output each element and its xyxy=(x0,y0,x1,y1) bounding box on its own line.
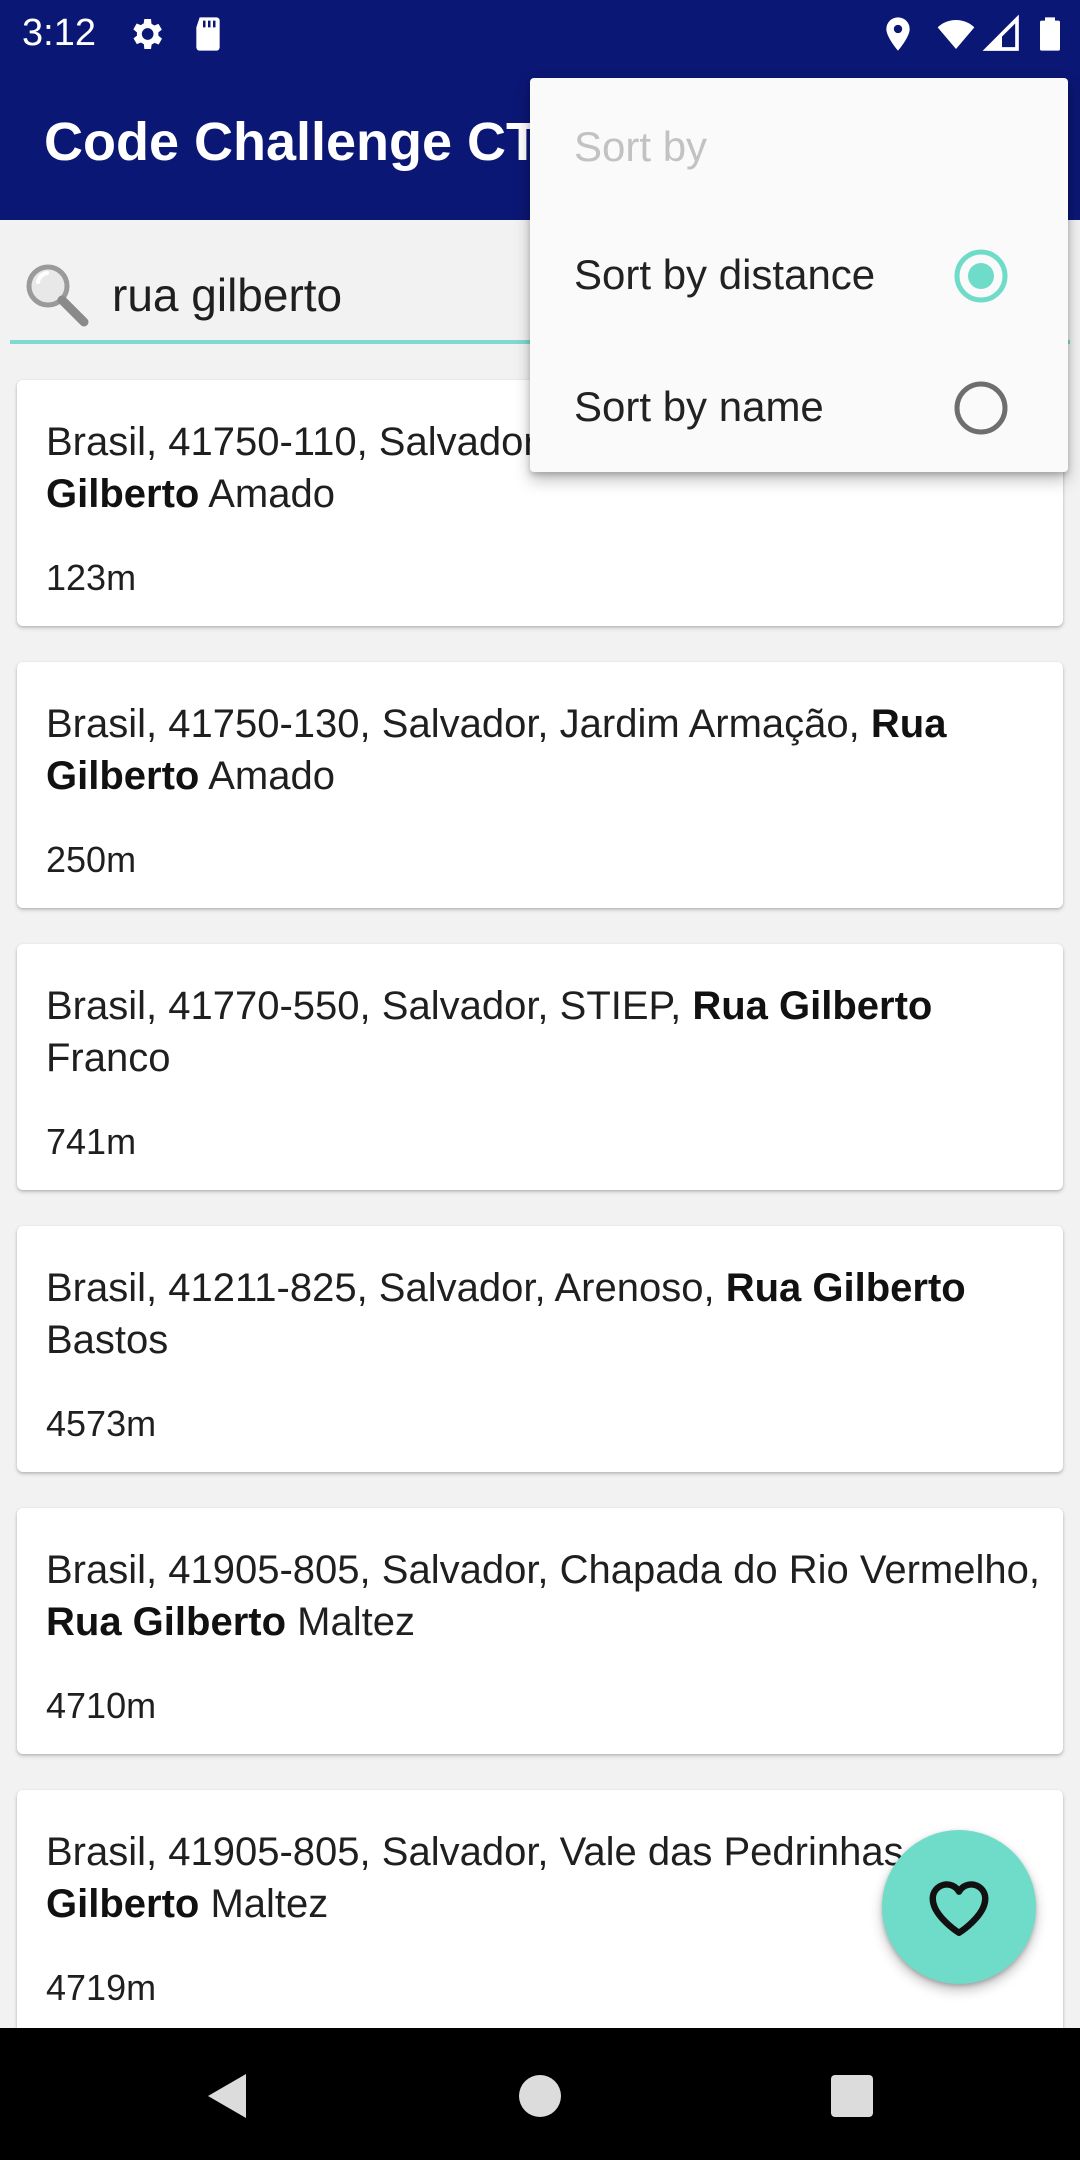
list-item[interactable]: Brasil, 41770-550, Salvador, STIEP, Rua … xyxy=(17,944,1063,1190)
home-icon[interactable] xyxy=(510,2066,570,2126)
heart-icon xyxy=(929,1881,989,1936)
list-item-distance: 4573m xyxy=(46,1403,157,1444)
status-time: 3:12 xyxy=(22,12,96,54)
sort-by-name-option[interactable]: Sort by name xyxy=(530,342,1068,474)
search-icon xyxy=(26,264,89,327)
sort-option-label: Sort by distance xyxy=(574,251,876,298)
list-item-address: Brasil, 41211-825, Salvador, Arenoso, Ru… xyxy=(46,1266,966,1362)
list-item-distance: 250m xyxy=(46,839,137,880)
sort-by-distance-option[interactable]: Sort by distance xyxy=(530,210,1068,342)
location-icon xyxy=(886,17,910,51)
list-item[interactable]: Brasil, 41905-805, Salvador, Chapada do … xyxy=(17,1508,1063,1754)
radio-selected-icon[interactable] xyxy=(953,248,1009,304)
status-bar: 3:12 xyxy=(0,0,1080,66)
app-title: Code Challenge CTW xyxy=(44,112,591,172)
wifi-icon xyxy=(937,20,975,49)
list-item-distance: 4710m xyxy=(46,1685,157,1726)
sort-menu-header: Sort by xyxy=(574,123,708,170)
list-item-distance: 4719m xyxy=(46,1967,157,2008)
list-item[interactable]: Brasil, 41750-130, Salvador, Jardim Arma… xyxy=(17,662,1063,908)
sd-card-icon xyxy=(196,17,220,51)
list-item-distance: 741m xyxy=(46,1121,137,1162)
favorites-fab[interactable] xyxy=(882,1830,1036,1984)
list-item-distance: 123m xyxy=(46,557,137,598)
list-item-address: Brasil, 41905-805, Salvador, Chapada do … xyxy=(46,1548,1040,1644)
signal-icon xyxy=(982,14,1019,51)
gear-icon xyxy=(133,19,162,49)
sort-option-label: Sort by name xyxy=(574,383,824,430)
back-icon[interactable] xyxy=(196,2066,256,2126)
recents-icon[interactable] xyxy=(822,2066,882,2126)
navigation-bar xyxy=(0,2028,1080,2160)
battery-icon xyxy=(1040,17,1060,51)
list-item-address: Brasil, 41750-130, Salvador, Jardim Arma… xyxy=(46,702,947,798)
list-item-address: Brasil, 41770-550, Salvador, STIEP, Rua … xyxy=(46,984,933,1080)
list-item[interactable]: Brasil, 41211-825, Salvador, Arenoso, Ru… xyxy=(17,1226,1063,1472)
sort-menu: Sort by Sort by distance Sort by name xyxy=(530,78,1068,472)
radio-unselected-icon[interactable] xyxy=(953,380,1009,436)
